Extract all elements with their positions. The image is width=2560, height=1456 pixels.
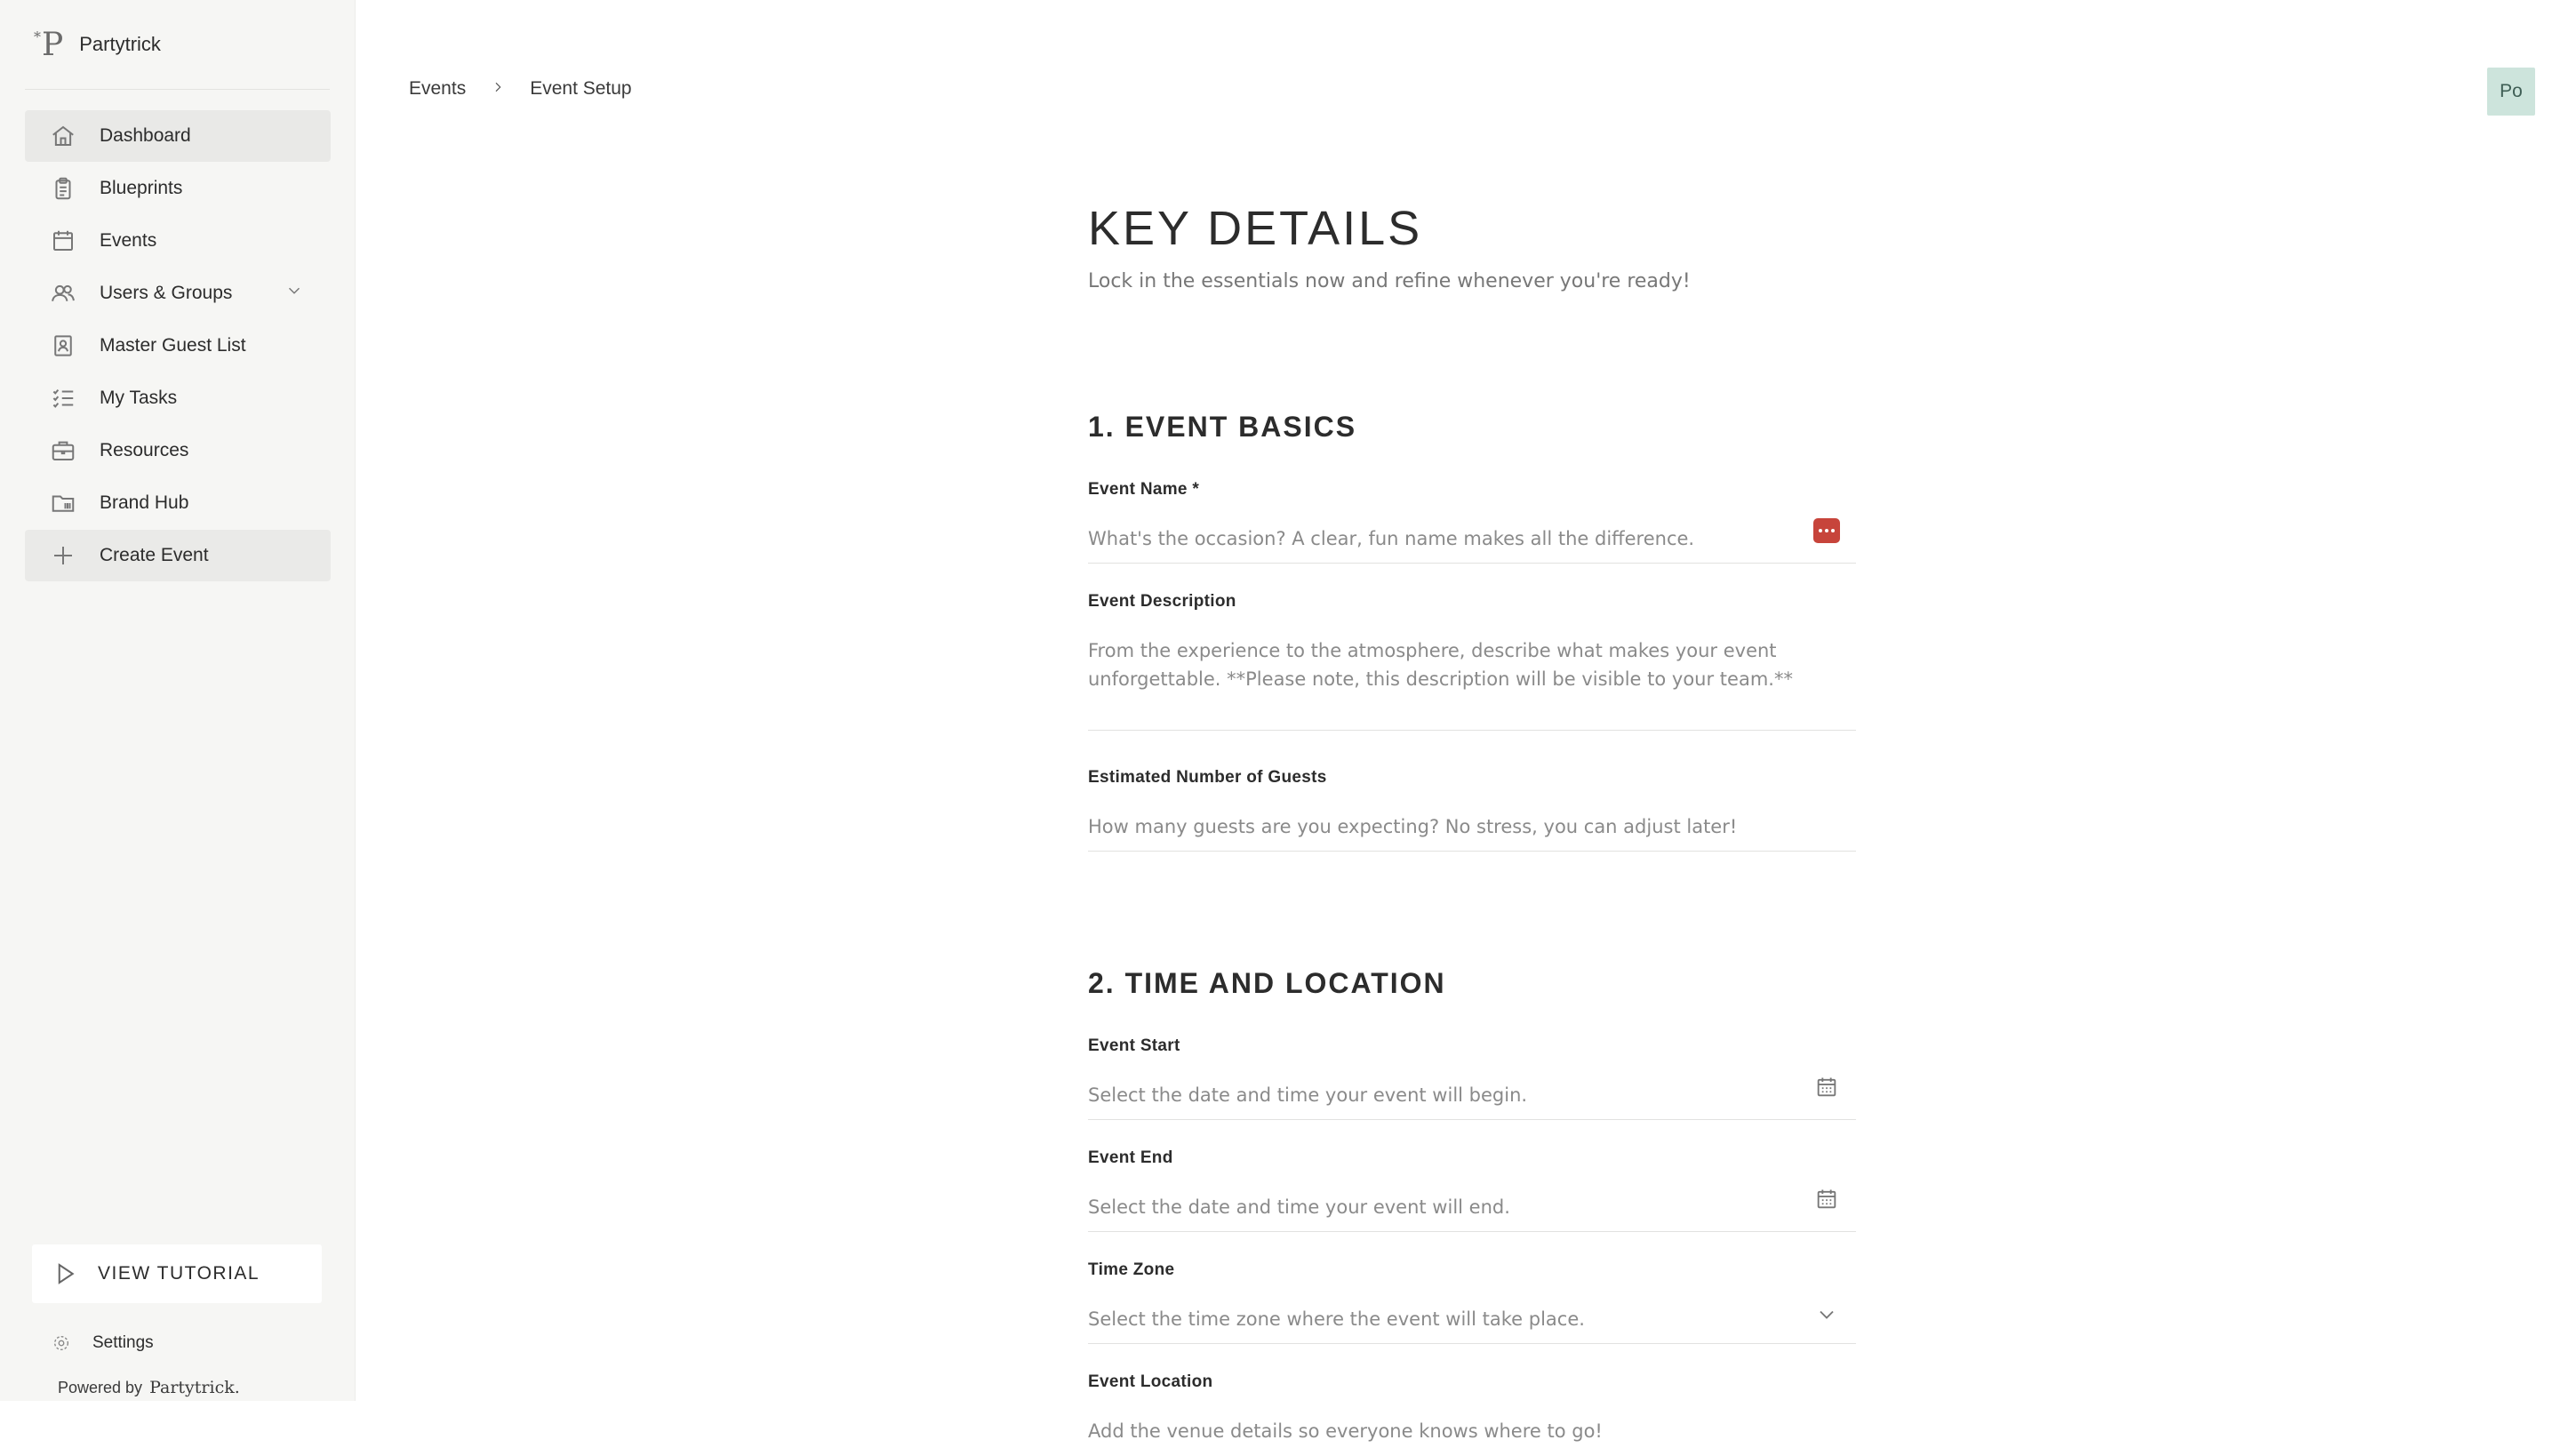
sidebar-item-create-event[interactable]: Create Event [25,530,331,581]
time-zone-field: Time Zone [1088,1260,1856,1344]
sidebar-item-label: Dashboard [100,125,191,146]
event-description-input[interactable] [1088,636,1856,700]
event-start-label: Event Start [1088,1036,1180,1055]
more-options-icon[interactable] [1813,517,1840,544]
sidebar: * P Partytrick Dashboard Blueprints Event… [0,0,356,1401]
time-zone-label: Time Zone [1088,1260,1175,1279]
sidebar-item-blueprints[interactable]: Blueprints [25,163,331,214]
settings-link[interactable]: Settings [52,1333,154,1353]
briefcase-icon [48,436,78,466]
breadcrumb-event-setup: Event Setup [530,78,632,99]
sidebar-item-resources[interactable]: Resources [25,425,331,476]
powered-by: Powered by Partytrick. [58,1378,240,1397]
event-end-label: Event End [1088,1148,1173,1167]
estimated-guests-field: Estimated Number of Guests [1088,768,1856,852]
tasks-list-icon [48,383,78,413]
users-icon [48,278,78,308]
brand-name: Partytrick [79,33,161,55]
event-name-label: Event Name * [1088,480,1200,499]
gear-icon [53,1335,69,1351]
sidebar-item-label: Brand Hub [100,492,189,513]
event-description-label: Event Description [1088,592,1236,611]
powered-by-text: Powered by [58,1379,143,1396]
event-end-field: Event End [1088,1148,1856,1232]
sidebar-item-label: Users & Groups [100,283,233,303]
view-tutorial-button[interactable]: VIEW TUTORIAL [32,1244,322,1303]
play-icon [58,1263,75,1284]
calendar-icon[interactable] [1813,1186,1840,1212]
event-name-input[interactable] [1088,524,1856,553]
brand-logo-mark: P [42,26,64,63]
sidebar-item-dashboard[interactable]: Dashboard [25,110,331,162]
sidebar-divider [25,89,330,90]
powered-by-brand: Partytrick. [149,1378,240,1397]
chevron-down-icon[interactable] [1813,1301,1840,1328]
brand[interactable]: * P Partytrick [34,27,161,63]
home-icon [48,121,78,151]
page-title: KEY DETAILS [1088,202,1423,255]
event-location-input[interactable] [1088,1417,1856,1445]
chevron-down-icon[interactable] [284,281,309,306]
breadcrumb-events[interactable]: Events [409,78,466,100]
event-end-input[interactable] [1088,1193,1856,1221]
chevron-right-icon [491,78,505,100]
event-location-label: Event Location [1088,1372,1213,1391]
estimated-guests-input[interactable] [1088,812,1856,841]
event-name-field: Event Name * [1088,480,1856,564]
sidebar-item-users-groups[interactable]: Users & Groups [25,268,331,319]
avatar[interactable]: Po [2487,68,2535,116]
view-tutorial-label: VIEW TUTORIAL [98,1263,260,1284]
breadcrumb: Events Event Setup [409,78,632,100]
sidebar-item-my-tasks[interactable]: My Tasks [25,372,331,424]
event-start-field: Event Start [1088,1036,1856,1120]
sidebar-item-label: Resources [100,440,189,460]
more-options-button[interactable] [1813,518,1840,543]
calendar-icon[interactable] [1813,1074,1840,1100]
sidebar-item-master-guest-list[interactable]: Master Guest List [25,320,331,372]
event-description-field: Event Description [1088,592,1856,731]
plus-icon [48,540,78,571]
event-location-field: Event Location [1088,1372,1856,1456]
sidebar-item-events[interactable]: Events [25,215,331,267]
sidebar-nav: Dashboard Blueprints Events Users & Grou… [25,110,331,582]
brand-logo-asterisk: * [34,28,41,45]
folder-icon [48,488,78,518]
event-start-input[interactable] [1088,1081,1856,1109]
section-title-event-basics: 1. EVENT BASICS [1088,411,1357,443]
sidebar-item-label: Master Guest List [100,335,246,356]
settings-label: Settings [92,1333,154,1352]
brand-logo: * P [34,27,63,63]
time-zone-select[interactable] [1088,1305,1856,1333]
calendar-icon [48,226,78,256]
section-title-time-location: 2. TIME AND LOCATION [1088,967,1446,999]
contact-book-icon [48,331,78,361]
sidebar-item-brand-hub[interactable]: Brand Hub [25,477,331,529]
sidebar-item-label: My Tasks [100,388,178,408]
page-subtitle: Lock in the essentials now and refine wh… [1088,270,1691,292]
clipboard-icon [48,173,78,204]
sidebar-item-label: Blueprints [100,178,183,198]
estimated-guests-label: Estimated Number of Guests [1088,768,1327,787]
sidebar-item-label: Create Event [100,545,209,565]
sidebar-item-label: Events [100,230,157,251]
